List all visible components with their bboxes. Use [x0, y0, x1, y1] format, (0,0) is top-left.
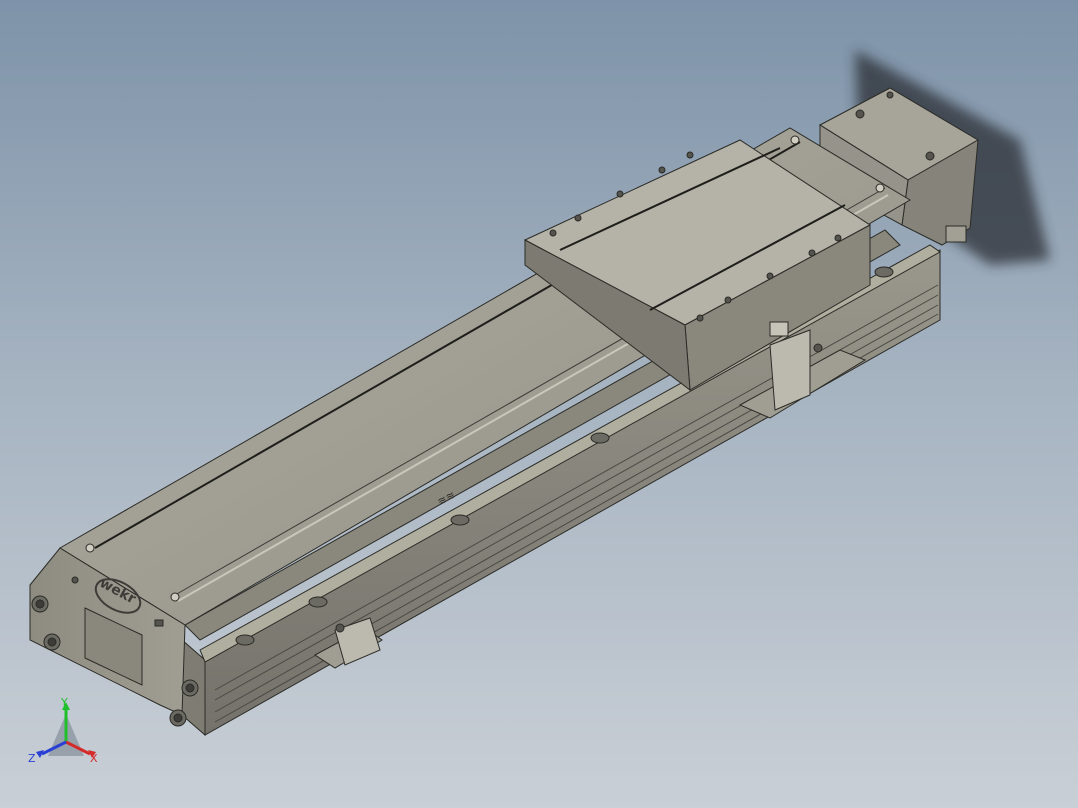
z-axis-label: Z — [28, 752, 36, 765]
y-axis-label: Y — [60, 696, 68, 709]
coordinate-triad: Y X Z — [28, 696, 98, 765]
linear-actuator-model[interactable]: wekr ≋≋ — [0, 0, 1078, 808]
cad-viewport[interactable]: wekr ≋≋ Y X Z — [0, 0, 1078, 808]
x-axis-label: X — [90, 752, 98, 765]
